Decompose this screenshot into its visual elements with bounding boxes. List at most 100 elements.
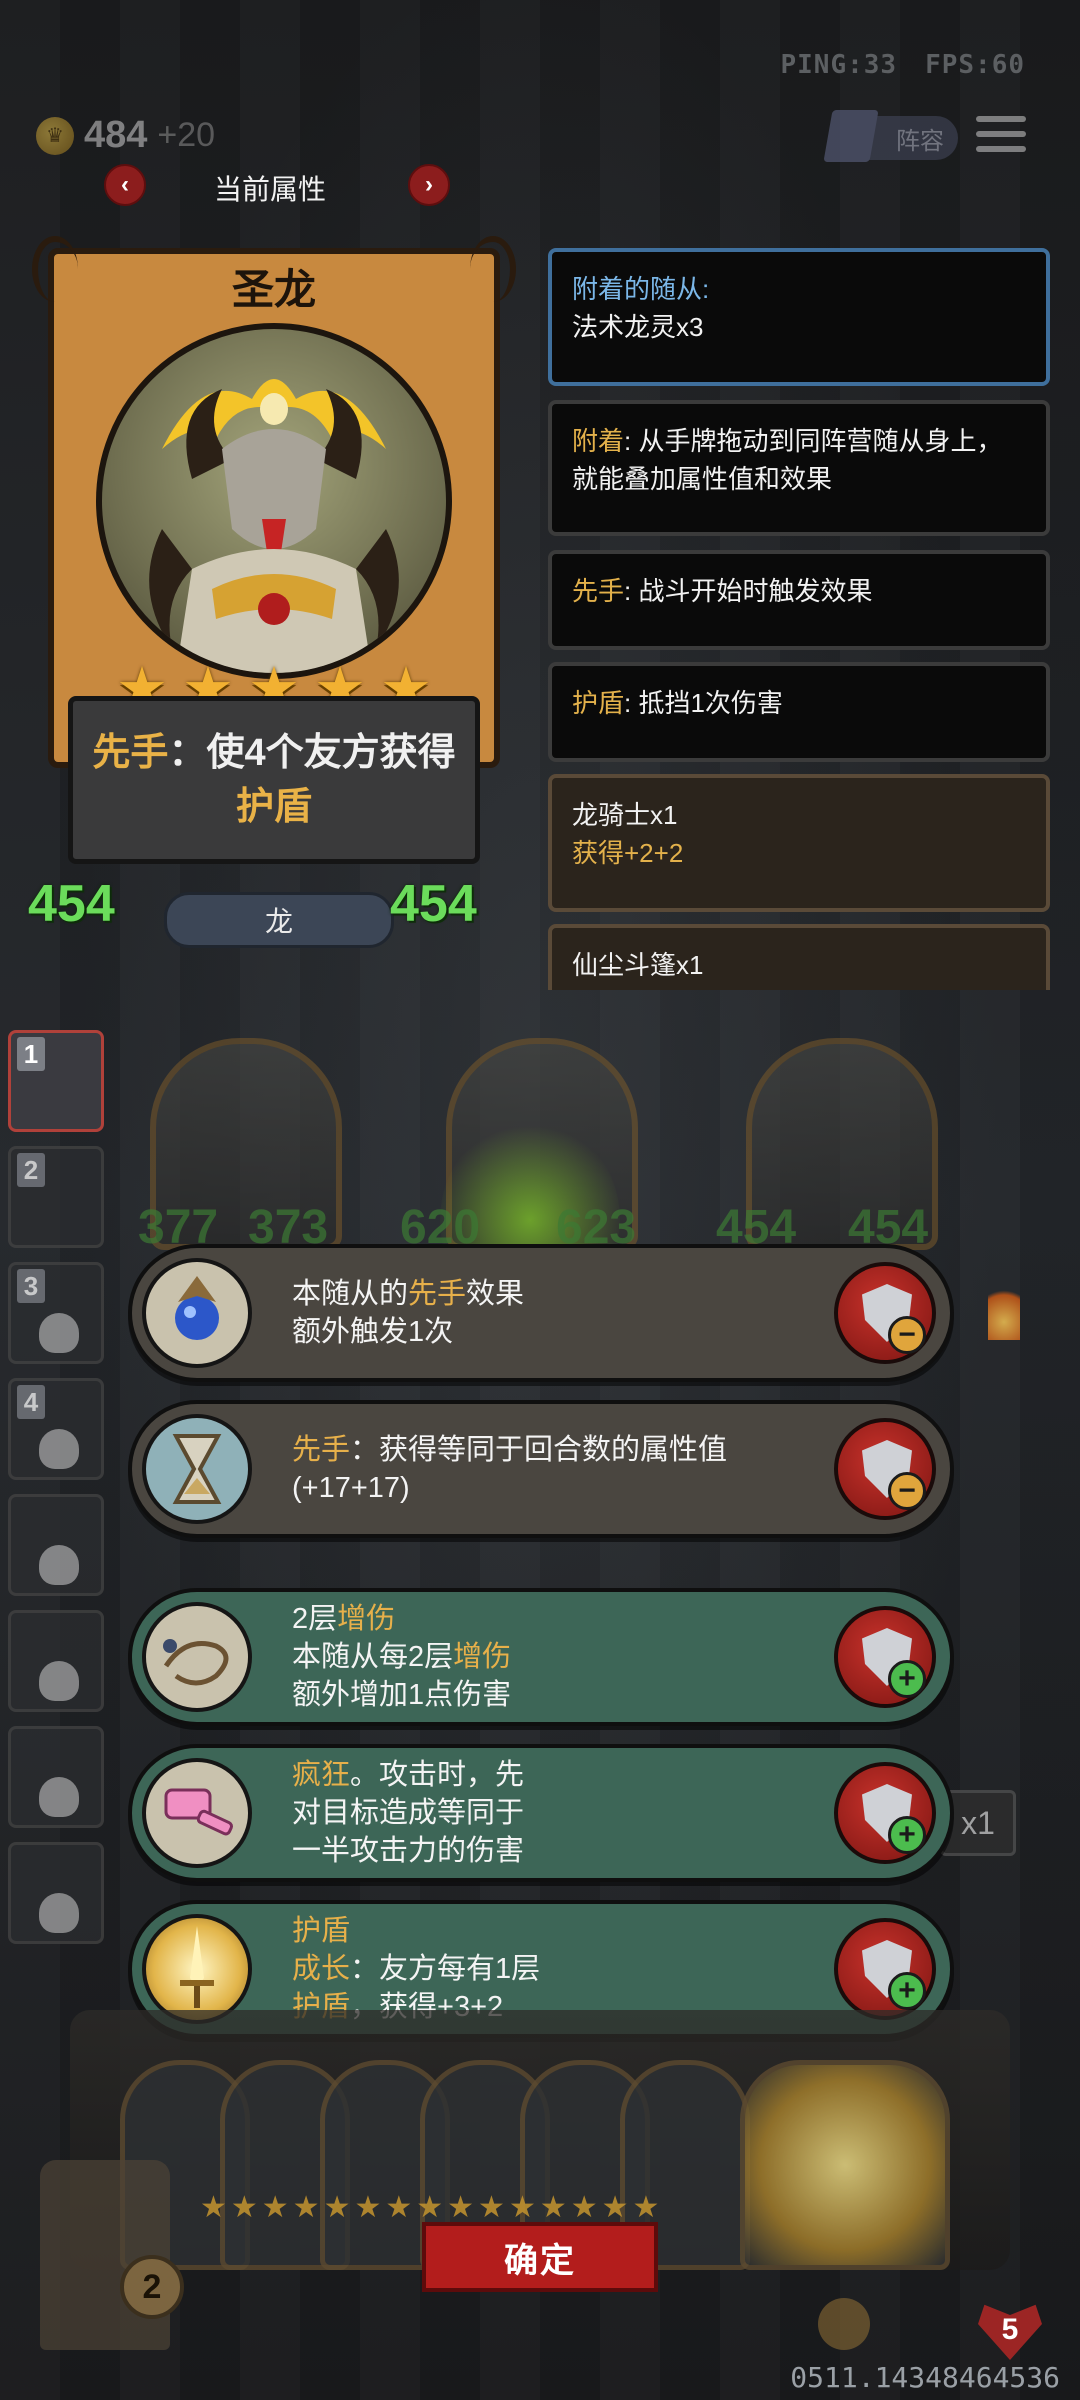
bell-icon[interactable] xyxy=(818,2298,870,2350)
effect-text-part: 本随从的 xyxy=(292,1278,409,1310)
first-description: : 战斗开始时触发效果 xyxy=(624,576,873,606)
unit-card: 圣龙 ★ ★ ★ ★ ★ 先手：使4个友方获得护盾 454 龙 454 xyxy=(28,236,510,948)
team-slot[interactable]: 2 xyxy=(8,1146,104,1248)
desc-keyword-shield: 护盾 xyxy=(235,786,312,828)
skull-icon xyxy=(39,1893,79,1933)
lineup-button[interactable]: 阵容 xyxy=(823,110,958,162)
team-slot[interactable]: 4 xyxy=(8,1378,104,1480)
item1-name: 龙骑士x1 xyxy=(572,800,678,830)
add-effect-button[interactable]: + xyxy=(834,1606,936,1708)
dragon-portrait xyxy=(96,323,452,679)
unit-name: 圣龙 xyxy=(231,266,316,313)
prev-arrow-button[interactable]: ‹ xyxy=(104,164,146,206)
item1-gain: 获得+2+2 xyxy=(572,838,684,868)
book-icon xyxy=(823,110,879,162)
skull-icon xyxy=(39,1545,79,1585)
team-slot[interactable] xyxy=(8,1726,104,1828)
shield-keyword: 护盾 xyxy=(572,688,625,718)
effect-text-part: ：获得等同于回合数的属性值 xyxy=(350,1434,728,1466)
effect-text-line: (+17+17) xyxy=(292,1472,410,1504)
minus-icon: − xyxy=(888,1472,926,1510)
effect-text-line: 额外触发1次 xyxy=(292,1316,454,1348)
performance-readout: PING:33 FPS:60 xyxy=(753,50,1026,80)
effect-text: 疯狂。攻击时，先 对目标造成等同于 一半攻击力的伤害 xyxy=(292,1748,810,1878)
slot-number: 3 xyxy=(17,1269,45,1303)
effect-text-part: 效果 xyxy=(466,1278,525,1310)
team-slot[interactable]: 3 xyxy=(8,1262,104,1364)
item-dragon-knight-box: 龙骑士x1 获得+2+2 xyxy=(548,774,1050,912)
plus-icon: + xyxy=(888,1816,926,1854)
keyword-first-box: 先手: 战斗开始时触发效果 xyxy=(548,550,1050,650)
team-slot[interactable] xyxy=(8,1610,104,1712)
coin-gain: +20 xyxy=(157,116,216,154)
team-slot[interactable]: 1 xyxy=(8,1030,104,1132)
coin-value: 484 xyxy=(84,114,148,156)
effect-row[interactable]: 本随从的先手效果 额外触发1次 − xyxy=(128,1244,954,1382)
effect-row[interactable]: 先手：获得等同于回合数的属性值 (+17+17) − xyxy=(128,1400,954,1538)
effect-text-part: 本随从每2层 xyxy=(292,1641,454,1673)
unit-description: 先手：使4个友方获得护盾 xyxy=(68,696,480,864)
tribe-label: 龙 xyxy=(164,892,394,948)
add-effect-button[interactable]: + xyxy=(834,1918,936,2020)
attack-value: 454 xyxy=(28,875,115,933)
attached-label: 附着的随从: xyxy=(572,274,710,304)
remove-effect-button[interactable]: − xyxy=(834,1418,936,1520)
attributes-title: 当前属性 xyxy=(213,174,326,205)
chest-count: 2 xyxy=(120,2255,184,2319)
effect-row[interactable]: 疯狂。攻击时，先 对目标造成等同于 一半攻击力的伤害 + xyxy=(128,1744,954,1882)
version-code: 0511.14348464536 xyxy=(790,2361,1060,2394)
effect-text-line: 对目标造成等同于 xyxy=(292,1797,525,1829)
confirm-button[interactable]: 确定 xyxy=(422,2222,658,2292)
slot-number: 2 xyxy=(17,1153,45,1187)
info-panel[interactable]: 附着的随从: 法术龙灵x3 附着: 从手牌拖动到同阵营随从身上，就能叠加属性值和… xyxy=(548,248,1054,990)
plus-icon: + xyxy=(888,1660,926,1698)
attach-keyword: 附着 xyxy=(572,426,625,456)
fps-label: FPS:60 xyxy=(925,50,1025,80)
menu-icon[interactable] xyxy=(976,116,1026,156)
blue-orb-icon xyxy=(142,1258,252,1368)
hand-card[interactable] xyxy=(740,2060,950,2270)
remove-effect-button[interactable]: − xyxy=(834,1262,936,1364)
effect-text-part: 2层 xyxy=(292,1603,338,1635)
ping-label: PING:33 xyxy=(780,50,898,80)
skull-icon xyxy=(39,1777,79,1817)
team-slot-column: 1 2 3 4 xyxy=(8,1030,108,1958)
attach-description: : 从手牌拖动到同阵营随从身上，就能叠加属性值和效果 xyxy=(572,426,1003,494)
lineup-label: 阵容 xyxy=(896,127,944,155)
hourglass-icon xyxy=(142,1414,252,1524)
effect-keyword: 增伤 xyxy=(337,1603,396,1635)
attack-stat: 454 xyxy=(28,874,115,934)
coin-counter: ♛ 484 +20 xyxy=(36,114,215,157)
effect-row[interactable]: 2层增伤 本随从每2层增伤 额外增加1点伤害 + xyxy=(128,1588,954,1726)
next-arrow-button[interactable]: › xyxy=(408,164,450,206)
coin-icon: ♛ xyxy=(36,116,74,155)
desc-keyword-first: 先手 xyxy=(92,732,169,774)
keyword-shield-box: 护盾: 抵挡1次伤害 xyxy=(548,662,1050,762)
team-slot[interactable] xyxy=(8,1842,104,1944)
golden-sword-icon xyxy=(142,1914,252,2024)
desc-text: ：使4个友方获得 xyxy=(168,732,456,774)
attached-value: 法术龙灵x3 xyxy=(572,312,704,342)
slot-number: 4 xyxy=(17,1385,45,1419)
whip-icon xyxy=(142,1602,252,1712)
torch-icon xyxy=(988,1280,1020,1340)
keyword-attach-box: 附着: 从手牌拖动到同阵营随从身上，就能叠加属性值和效果 xyxy=(548,400,1050,536)
item-fairy-cloak-box: 仙尘斗篷x1 xyxy=(548,924,1050,990)
effect-text: 2层增伤 本随从每2层增伤 额外增加1点伤害 xyxy=(292,1592,810,1722)
lives-count: 5 xyxy=(1001,2313,1019,2346)
health-value: 454 xyxy=(390,875,477,933)
team-slot[interactable] xyxy=(8,1494,104,1596)
effect-text: 先手：获得等同于回合数的属性值 (+17+17) xyxy=(292,1404,810,1534)
add-effect-button[interactable]: + xyxy=(834,1762,936,1864)
shield-description: : 抵挡1次伤害 xyxy=(624,688,783,718)
effect-text-part: ：友方每有1层 xyxy=(350,1953,541,1985)
effect-text-line: 额外增加1点伤害 xyxy=(292,1679,512,1711)
effect-keyword: 先手 xyxy=(292,1434,351,1466)
effect-text-line: 一半攻击力的伤害 xyxy=(292,1835,525,1867)
hand-stars: ★★★★★★★★★★★★★★★ xyxy=(200,2191,664,2224)
effect-keyword: 成长 xyxy=(292,1953,351,1985)
first-keyword: 先手 xyxy=(572,576,625,606)
effect-keyword: 增伤 xyxy=(453,1641,512,1673)
skull-icon xyxy=(39,1429,79,1469)
plus-icon: + xyxy=(888,1972,926,2010)
